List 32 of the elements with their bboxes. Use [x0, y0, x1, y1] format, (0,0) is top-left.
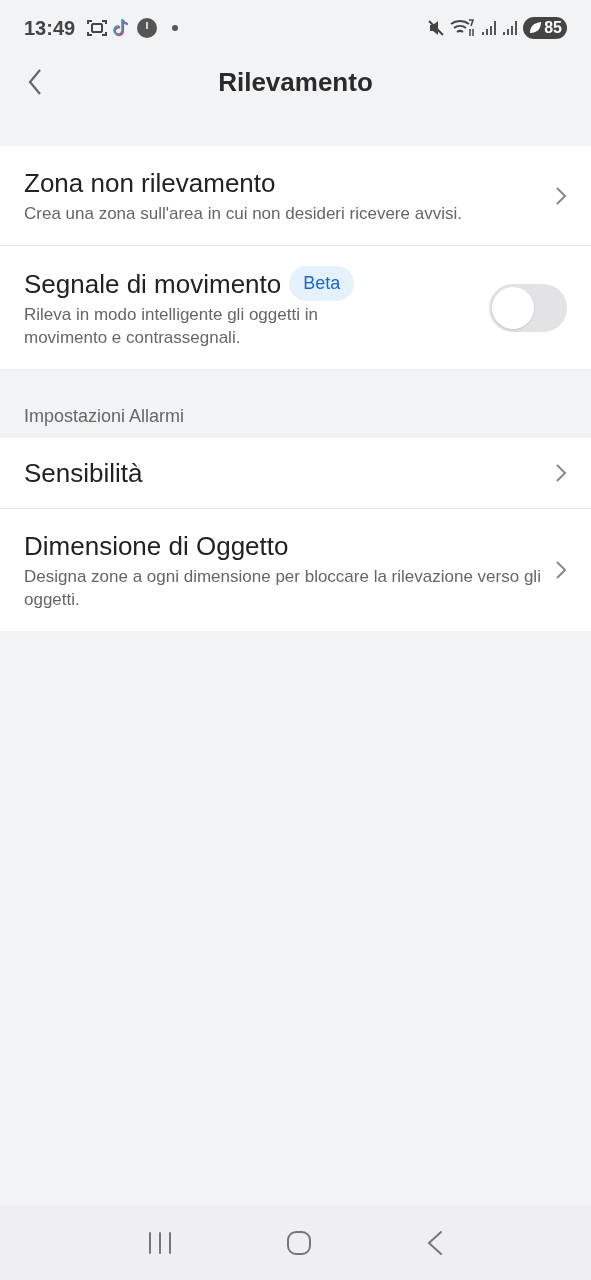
- settings-row[interactable]: Zona non rilevamento Crea una zona sull'area in cui non desideri ricevere avvisi.: [0, 146, 591, 245]
- back-icon: [28, 69, 42, 95]
- mute-icon: [427, 18, 446, 37]
- row-description: Designa zone a ogni dimensione per bloccare la rilevazione verso gli oggetti.: [24, 566, 542, 611]
- settings-row[interactable]: Sensibilità: [0, 438, 591, 508]
- screenshot-icon: [87, 18, 108, 37]
- settings-row[interactable]: Segnale di movimento Beta Rileva in modo intelligente gli oggetti in movimento e contrassegnali.: [0, 245, 591, 369]
- status-time: 13:49: [24, 15, 76, 41]
- page-title: Rilevamento: [218, 66, 373, 99]
- settings-row[interactable]: Dimensione di Oggetto Designa zone a ogni dimensione per bloccare la rilevazione verso gli oggetti.: [0, 508, 591, 631]
- signal-icon: [502, 18, 519, 37]
- clock-icon: [137, 17, 158, 38]
- leaf-icon: [528, 20, 543, 35]
- signal-icon: [481, 18, 498, 37]
- section-header: Impostazioni Allarmi: [24, 406, 185, 426]
- recent-apps-button[interactable]: [146, 1230, 173, 1255]
- home-button[interactable]: [286, 1229, 313, 1256]
- row-title: Sensibilità: [24, 457, 143, 490]
- back-nav-button[interactable]: [426, 1229, 445, 1256]
- row-description: Rileva in modo intelligente gli oggetti in movimento e contrassegnali.: [24, 304, 319, 349]
- row-title: Segnale di movimento: [24, 267, 282, 301]
- chevron-right-icon: [555, 560, 567, 580]
- dot-icon: [171, 23, 180, 32]
- row-title: Zona non rilevamento: [24, 167, 276, 200]
- wifi-icon: [450, 17, 477, 38]
- beta-badge: Beta: [289, 266, 355, 301]
- row-description: Crea una zona sull'area in cui non desideri ricevere avvisi.: [24, 203, 463, 225]
- toggle-switch[interactable]: [489, 283, 567, 332]
- chevron-right-icon: [555, 463, 567, 483]
- chevron-right-icon: [555, 185, 567, 206]
- row-title: Dimensione di Oggetto: [24, 530, 289, 563]
- battery-indicator: 85: [523, 16, 567, 39]
